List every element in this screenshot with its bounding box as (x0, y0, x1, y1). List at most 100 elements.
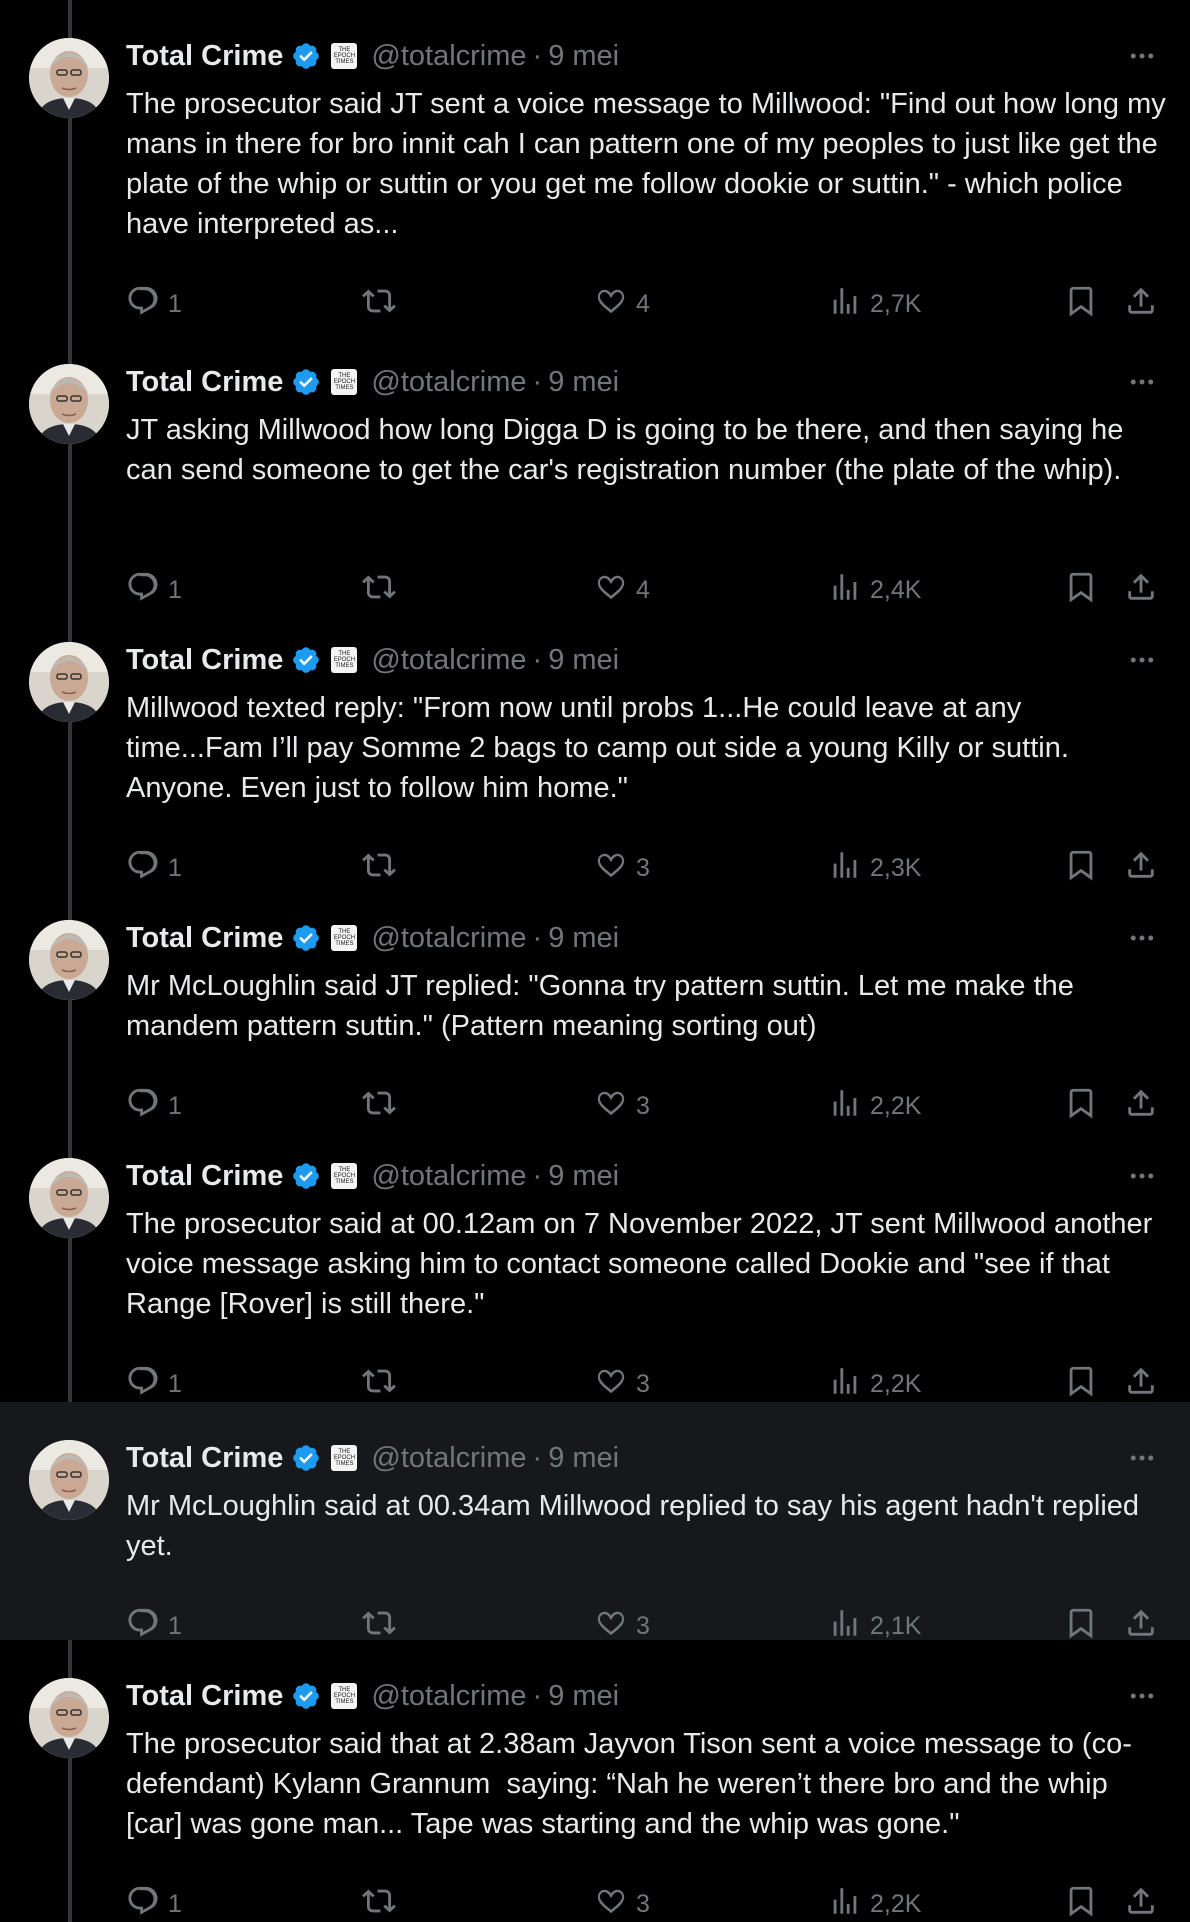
author-handle[interactable]: @totalcrime (371, 1680, 526, 1713)
bookmark-icon (1064, 1884, 1098, 1922)
tweet-6[interactable]: Total Crime THE EPOCH TIMES @totalcrime … (0, 1402, 1190, 1640)
author-handle[interactable]: @totalcrime (371, 922, 526, 955)
retweet-button[interactable] (362, 1884, 404, 1922)
tweet-5[interactable]: Total Crime THE EPOCH TIMES @totalcrime … (0, 1120, 1190, 1402)
author-name[interactable]: Total Crime (126, 1680, 283, 1713)
reply-count: 1 (168, 853, 182, 882)
more-icon[interactable] (1124, 923, 1160, 953)
tweet-time[interactable]: 9 mei (548, 1160, 619, 1193)
publication-badge[interactable]: THE EPOCH TIMES (331, 647, 358, 673)
tweet-time[interactable]: 9 mei (548, 366, 619, 399)
publication-badge[interactable]: THE EPOCH TIMES (331, 369, 358, 395)
verified-badge-icon[interactable] (291, 923, 321, 953)
like-count: 4 (636, 289, 650, 318)
reply-count: 1 (168, 1611, 182, 1640)
verified-badge-icon[interactable] (291, 41, 321, 71)
like-count: 3 (636, 853, 650, 882)
tweet-time[interactable]: 9 mei (548, 1442, 619, 1475)
share-button[interactable] (1124, 1364, 1158, 1404)
reply-count: 1 (168, 1889, 182, 1918)
avatar-image (29, 38, 109, 118)
author-handle[interactable]: @totalcrime (371, 366, 526, 399)
badge-text-3: TIMES (335, 1461, 354, 1467)
tweet-1[interactable]: Total Crime THE EPOCH TIMES @totalcrime … (0, 0, 1190, 326)
retweet-button[interactable] (362, 1364, 404, 1404)
author-name[interactable]: Total Crime (126, 40, 283, 73)
like-button[interactable]: 3 (594, 1364, 650, 1404)
tweet-time[interactable]: 9 mei (548, 922, 619, 955)
author-name[interactable]: Total Crime (126, 922, 283, 955)
more-icon[interactable] (1124, 41, 1160, 71)
separator: · (532, 1679, 543, 1712)
badge-text-3: TIMES (335, 1179, 354, 1185)
tweet-4[interactable]: Total Crime THE EPOCH TIMES @totalcrime … (0, 882, 1190, 1120)
views-button[interactable]: 2,7K (828, 284, 921, 324)
publication-badge[interactable]: THE EPOCH TIMES (331, 1445, 358, 1471)
reply-button[interactable]: 1 (126, 1364, 182, 1404)
avatar[interactable] (29, 1440, 109, 1520)
tweet-time[interactable]: 9 mei (548, 40, 619, 73)
separator: · (532, 921, 543, 954)
avatar[interactable] (29, 920, 109, 1000)
tweet-header: Total Crime THE EPOCH TIMES @totalcrime … (126, 1156, 619, 1196)
tweet-header: Total Crime THE EPOCH TIMES @totalcrime … (126, 640, 619, 680)
author-handle[interactable]: @totalcrime (371, 644, 526, 677)
tweet-7[interactable]: Total Crime THE EPOCH TIMES @totalcrime … (0, 1640, 1190, 1922)
author-handle[interactable]: @totalcrime (371, 40, 526, 73)
share-button[interactable] (1124, 1884, 1158, 1922)
more-icon[interactable] (1124, 645, 1160, 675)
views-icon (828, 284, 862, 325)
publication-badge[interactable]: THE EPOCH TIMES (331, 43, 358, 69)
bookmark-button[interactable] (1064, 1884, 1098, 1922)
tweet-2[interactable]: Total Crime THE EPOCH TIMES @totalcrime … (0, 326, 1190, 604)
avatar[interactable] (29, 642, 109, 722)
share-button[interactable] (1124, 284, 1158, 324)
author-name[interactable]: Total Crime (126, 644, 283, 677)
badge-text-3: TIMES (335, 59, 354, 65)
views-count: 2,1K (870, 1611, 922, 1640)
retweet-icon (362, 284, 396, 325)
avatar[interactable] (29, 364, 109, 444)
verified-badge-icon[interactable] (291, 1443, 321, 1473)
publication-badge[interactable]: THE EPOCH TIMES (331, 925, 358, 951)
tweet-actions: 1 3 2,2K (126, 1884, 1166, 1922)
like-button[interactable]: 4 (594, 284, 650, 324)
author-name[interactable]: Total Crime (126, 1160, 283, 1193)
author-name[interactable]: Total Crime (126, 366, 283, 399)
bookmark-button[interactable] (1064, 284, 1098, 324)
verified-badge-icon[interactable] (291, 367, 321, 397)
reply-button[interactable]: 1 (126, 1884, 182, 1922)
publication-badge[interactable]: THE EPOCH TIMES (331, 1683, 358, 1709)
verified-badge-icon[interactable] (291, 1681, 321, 1711)
reply-icon (126, 1364, 160, 1405)
tweet-text: Mr McLoughlin said JT replied: "Gonna tr… (126, 970, 1082, 1042)
avatar[interactable] (29, 1158, 109, 1238)
reply-button[interactable]: 1 (126, 284, 182, 324)
tweet-header: Total Crime THE EPOCH TIMES @totalcrime … (126, 1676, 619, 1716)
views-button[interactable]: 2,2K (828, 1364, 921, 1404)
tweet-header: Total Crime THE EPOCH TIMES @totalcrime … (126, 1438, 619, 1478)
tweet-time[interactable]: 9 mei (548, 644, 619, 677)
tweet-time[interactable]: 9 mei (548, 1680, 619, 1713)
bookmark-button[interactable] (1064, 1364, 1098, 1404)
views-icon (828, 1884, 862, 1922)
more-icon[interactable] (1124, 1161, 1160, 1191)
verified-badge-icon[interactable] (291, 1161, 321, 1191)
retweet-button[interactable] (362, 284, 404, 324)
bookmark-icon (1064, 1364, 1098, 1405)
avatar[interactable] (29, 1678, 109, 1758)
author-name[interactable]: Total Crime (126, 1442, 283, 1475)
author-handle[interactable]: @totalcrime (371, 1160, 526, 1193)
more-icon[interactable] (1124, 1443, 1160, 1473)
publication-badge[interactable]: THE EPOCH TIMES (331, 1163, 358, 1189)
avatar[interactable] (29, 38, 109, 118)
share-icon (1124, 1364, 1158, 1405)
tweet-3[interactable]: Total Crime THE EPOCH TIMES @totalcrime … (0, 604, 1190, 882)
verified-badge-icon[interactable] (291, 645, 321, 675)
more-icon[interactable] (1124, 1681, 1160, 1711)
like-button[interactable]: 3 (594, 1884, 650, 1922)
like-count: 3 (636, 1369, 650, 1398)
more-icon[interactable] (1124, 367, 1160, 397)
views-button[interactable]: 2,2K (828, 1884, 921, 1922)
author-handle[interactable]: @totalcrime (371, 1442, 526, 1475)
